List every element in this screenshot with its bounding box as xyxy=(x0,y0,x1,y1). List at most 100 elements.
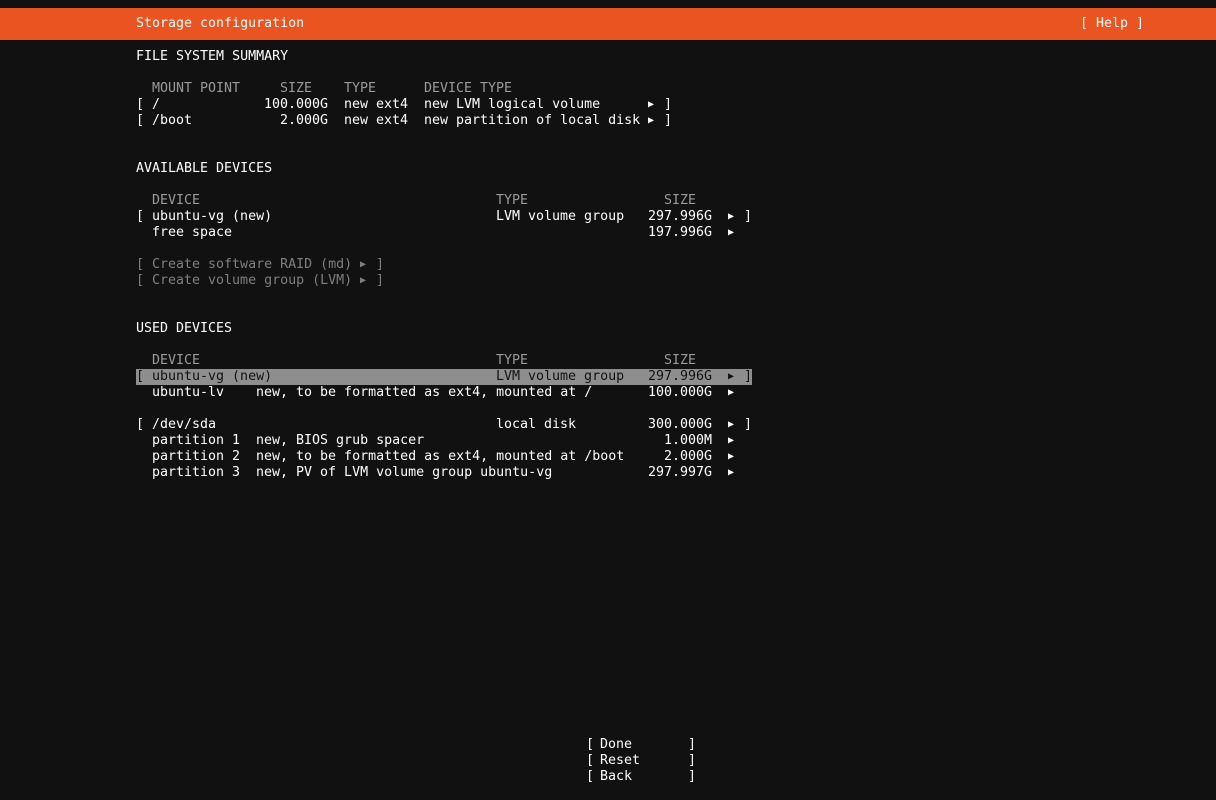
bracket-open: [ xyxy=(586,769,595,784)
bracket-open: [ xyxy=(136,257,145,272)
fs-mount: / xyxy=(152,97,161,112)
free-space-row[interactable]: free space 197.996G ▶ xyxy=(0,225,1216,241)
bracket-close: ] xyxy=(664,97,673,112)
create-raid-button[interactable]: [ Create software RAID (md) ▶ ] xyxy=(0,257,1216,273)
back-label: Back xyxy=(600,769,633,784)
col-size: SIZE xyxy=(664,193,697,208)
device-type: LVM volume group xyxy=(496,209,625,224)
bracket-open: [ xyxy=(136,97,145,112)
child-name: ubuntu-lv xyxy=(152,385,225,400)
bracket-close: ] xyxy=(688,737,697,752)
child-name: partition 2 xyxy=(152,449,241,464)
top-strip xyxy=(0,0,1216,8)
col-device: DEVICE xyxy=(152,353,201,368)
bracket-open: [ xyxy=(586,753,595,768)
fs-type: new ext4 xyxy=(344,113,409,128)
device-type: LVM volume group xyxy=(496,369,625,384)
device-name: /dev/sda xyxy=(152,417,217,432)
arrow-right-icon[interactable]: ▶ xyxy=(728,369,734,385)
col-type: TYPE xyxy=(496,353,529,368)
fs-summary-heading: FILE SYSTEM SUMMARY xyxy=(136,49,289,64)
bracket-close: ] xyxy=(376,273,385,288)
arrow-right-icon[interactable]: ▶ xyxy=(728,449,734,465)
col-size: SIZE xyxy=(280,81,313,96)
page-title: Storage configuration xyxy=(136,16,305,31)
fs-size: 2.000G xyxy=(279,113,328,128)
bracket-open: [ xyxy=(136,209,145,224)
available-devices-heading: AVAILABLE DEVICES xyxy=(136,161,273,176)
used-child-row[interactable]: ubuntu-lv new, to be formatted as ext4, … xyxy=(0,385,1216,401)
bracket-open: [ xyxy=(136,417,145,432)
bracket-open: [ xyxy=(136,369,145,384)
col-type: TYPE xyxy=(344,81,377,96)
child-desc: new, PV of LVM volume group ubuntu-vg xyxy=(256,465,553,480)
child-desc: new, to be formatted as ext4, mounted at… xyxy=(256,385,593,400)
arrow-right-icon[interactable]: ▶ xyxy=(728,465,734,481)
used-child-row[interactable]: partition 2 new, to be formatted as ext4… xyxy=(0,449,1216,465)
device-size: 297.996G xyxy=(647,209,712,224)
reset-label: Reset xyxy=(600,753,641,768)
arrow-right-icon[interactable]: ▶ xyxy=(648,97,654,113)
bracket-close: ] xyxy=(376,257,385,272)
bracket-close: ] xyxy=(688,769,697,784)
child-size: 297.997G xyxy=(647,465,712,480)
child-desc: new, BIOS grub spacer xyxy=(256,433,425,448)
child-name: partition 3 xyxy=(152,465,241,480)
bracket-open: [ xyxy=(136,273,145,288)
device-size: 297.996G xyxy=(647,369,712,384)
available-header-row: DEVICE TYPE SIZE xyxy=(0,193,1216,209)
arrow-right-icon[interactable]: ▶ xyxy=(728,417,734,433)
back-button[interactable]: [ Back ] xyxy=(0,769,1216,785)
bracket-open: [ xyxy=(586,737,595,752)
reset-button[interactable]: [ Reset ] xyxy=(0,753,1216,769)
used-device-row-selected[interactable]: [ ubuntu-vg (new) LVM volume group 297.9… xyxy=(136,369,752,385)
used-device-row[interactable]: [ /dev/sda local disk 300.000G ▶ ] xyxy=(0,417,1216,433)
device-name: ubuntu-vg (new) xyxy=(152,369,273,384)
title-bar: Storage configuration [ Help ] xyxy=(0,8,1216,40)
fs-size: 100.000G xyxy=(263,97,328,112)
child-size: 100.000G xyxy=(647,385,712,400)
device-size: 300.000G xyxy=(647,417,712,432)
available-device-row[interactable]: [ ubuntu-vg (new) LVM volume group 297.9… xyxy=(0,209,1216,225)
fs-row[interactable]: [ / 100.000G new ext4 new LVM logical vo… xyxy=(0,97,1216,113)
arrow-right-icon[interactable]: ▶ xyxy=(648,113,654,129)
used-devices-heading: USED DEVICES xyxy=(136,321,233,336)
fs-summary-header-row: MOUNT POINT SIZE TYPE DEVICE TYPE xyxy=(0,81,1216,97)
used-header-row: DEVICE TYPE SIZE xyxy=(0,353,1216,369)
done-label: Done xyxy=(600,737,633,752)
bracket-close: ] xyxy=(744,209,753,224)
col-device-type: DEVICE TYPE xyxy=(424,81,513,96)
col-mount-point: MOUNT POINT xyxy=(152,81,241,96)
bracket-close: ] xyxy=(688,753,697,768)
arrow-right-icon[interactable]: ▶ xyxy=(728,433,734,449)
done-button[interactable]: [ Done ] xyxy=(0,737,1216,753)
device-size: 197.996G xyxy=(647,225,712,240)
fs-type: new ext4 xyxy=(344,97,409,112)
used-child-row[interactable]: partition 3 new, PV of LVM volume group … xyxy=(0,465,1216,481)
fs-row[interactable]: [ /boot 2.000G new ext4 new partition of… xyxy=(0,113,1216,129)
bracket-open: [ xyxy=(136,113,145,128)
device-name: ubuntu-vg (new) xyxy=(152,209,273,224)
child-name: partition 1 xyxy=(152,433,241,448)
used-child-row[interactable]: partition 1 new, BIOS grub spacer 1.000M… xyxy=(0,433,1216,449)
arrow-right-icon: ▶ xyxy=(360,259,367,270)
col-size: SIZE xyxy=(664,353,697,368)
device-name: free space xyxy=(152,225,233,240)
arrow-right-icon[interactable]: ▶ xyxy=(728,209,734,225)
fs-mount: /boot xyxy=(152,113,193,128)
arrow-right-icon[interactable]: ▶ xyxy=(728,385,734,401)
help-button[interactable]: [ Help ] xyxy=(1080,16,1144,32)
col-type: TYPE xyxy=(496,193,529,208)
create-volume-group-label: Create volume group (LVM) xyxy=(152,273,353,288)
create-volume-group-button[interactable]: [ Create volume group (LVM) ▶ ] xyxy=(0,273,1216,289)
child-desc: new, to be formatted as ext4, mounted at… xyxy=(256,449,625,464)
arrow-right-icon[interactable]: ▶ xyxy=(728,225,734,241)
create-raid-label: Create software RAID (md) xyxy=(152,257,353,272)
arrow-right-icon: ▶ xyxy=(360,275,367,286)
bracket-close: ] xyxy=(664,113,673,128)
device-type: local disk xyxy=(496,417,577,432)
fs-device-type: new partition of local disk xyxy=(424,113,641,128)
fs-device-type: new LVM logical volume xyxy=(424,97,601,112)
child-size: 2.000G xyxy=(663,449,712,464)
col-device: DEVICE xyxy=(152,193,201,208)
